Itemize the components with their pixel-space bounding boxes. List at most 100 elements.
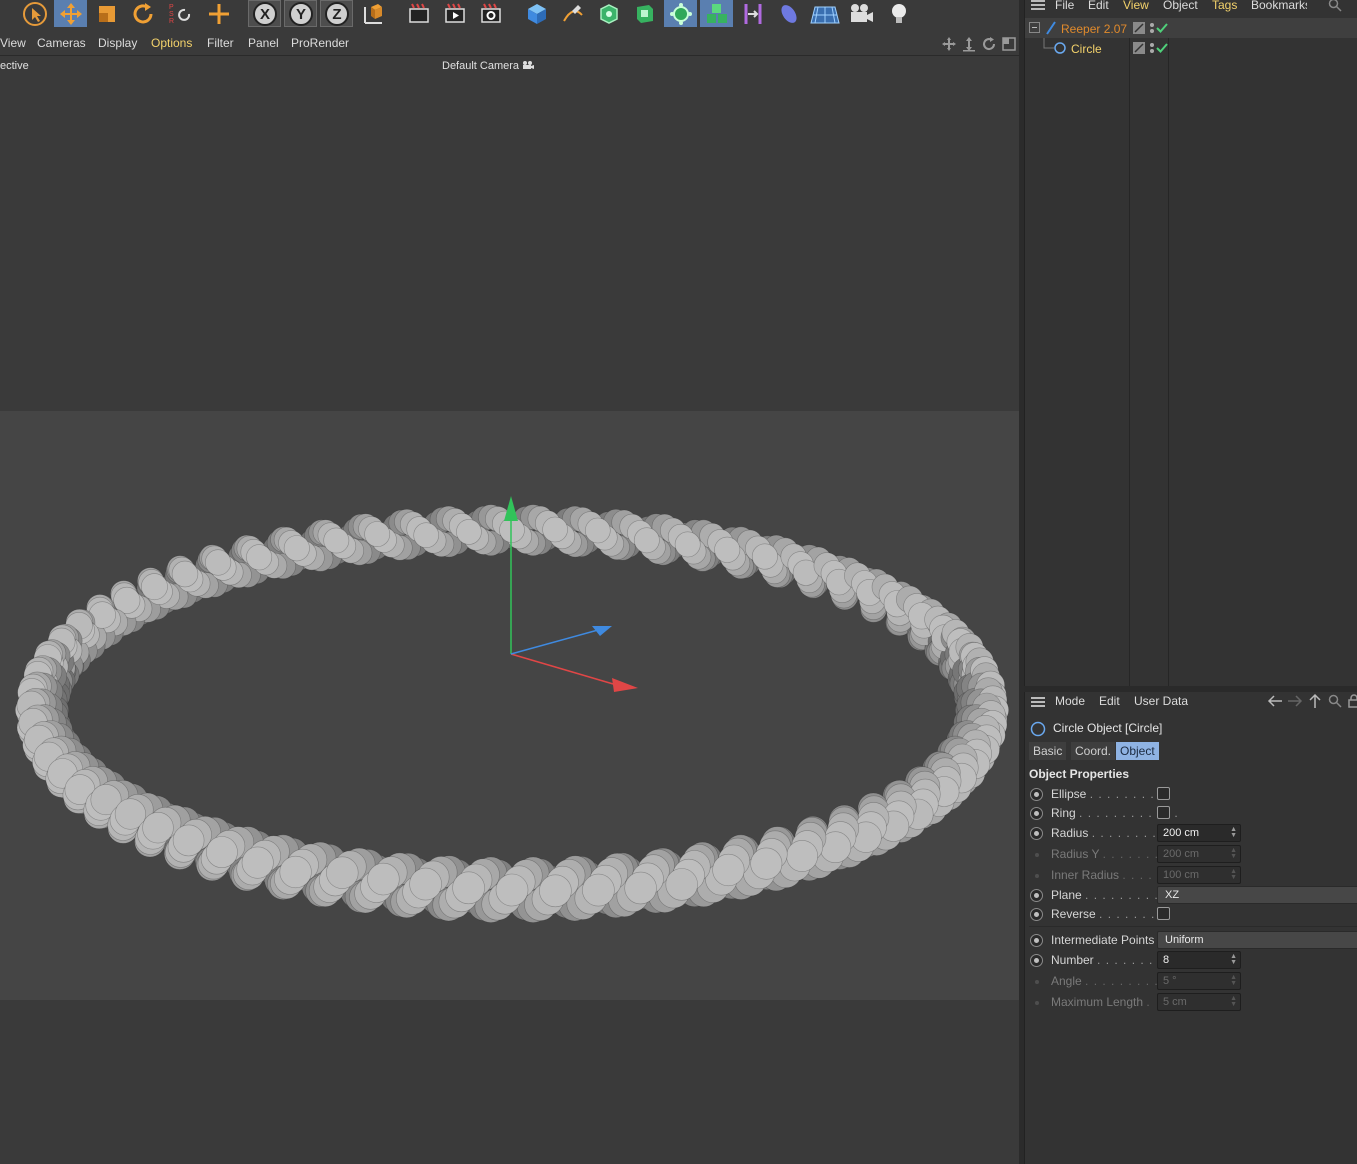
render-view-icon[interactable] [402,0,435,27]
z-axis-lock-icon[interactable]: Z [320,0,353,27]
viewport-menu-prorender[interactable]: ProRender [291,36,349,50]
ring-checkbox[interactable] [1157,806,1170,819]
viewport-menu-panel[interactable]: Panel [248,36,279,50]
search-icon[interactable] [1328,0,1342,15]
stepper-arrows-icon: ▲ ▼ [1230,847,1237,860]
selection-arrow-icon[interactable] [18,0,51,27]
angle-field: 5 ° ▲ ▼ [1157,972,1241,990]
animation-radio-icon[interactable] [1030,788,1043,801]
edit-state-icon[interactable] [1133,22,1145,37]
object-row-circle[interactable]: Circle [1025,38,1357,58]
om-menu-bookmarks[interactable]: Bookmarks [1251,0,1307,12]
maximum-length-field: 5 cm ▲ ▼ [1157,993,1241,1011]
rope-segment [584,517,611,544]
toggle-view-icon[interactable] [1001,36,1017,55]
attribute-title: Circle Object [Circle] [1053,721,1163,735]
animation-radio-icon[interactable] [1030,807,1043,820]
reverse-checkbox[interactable] [1157,907,1170,920]
edit-state-icon[interactable] [1133,42,1145,57]
viewport-menu-options[interactable]: Options [151,36,192,50]
animation-radio-icon[interactable] [1030,908,1043,921]
x-axis-handle[interactable] [612,678,638,692]
tab-basic[interactable]: Basic [1029,742,1067,760]
recent-tools-icon[interactable] [202,0,235,27]
visibility-dots-icon[interactable] [1149,41,1155,58]
viewport-menu-cameras[interactable]: Cameras [37,36,86,50]
property-radius-y: Radius Y . . . . . . . 200 cm ▲ ▼ [1025,845,1357,864]
om-menu-file[interactable]: File [1055,0,1074,12]
object-row-reeper[interactable]: Reeper 2.07 [1025,18,1357,38]
om-menu-view[interactable]: View [1123,0,1149,12]
psr-tool-icon[interactable]: PSR [162,0,198,27]
light-icon[interactable] [882,0,915,27]
animation-radio-icon[interactable] [1030,954,1043,967]
enabled-check-icon[interactable] [1156,42,1168,57]
deformer-icon[interactable] [736,0,769,27]
om-menu-tags[interactable]: Tags [1212,0,1237,12]
floor-icon[interactable] [808,0,841,27]
enabled-check-icon[interactable] [1156,22,1168,37]
rotate-view-icon[interactable] [981,36,997,55]
scale-tool-icon[interactable] [90,0,123,27]
cloner-icon[interactable] [664,0,697,27]
property-label: Angle . . . . . . . . . . [1051,974,1168,988]
plane-dropdown[interactable]: XZ [1157,886,1357,904]
viewport-menubar: View Cameras Display Options Filter Pane… [0,30,1019,56]
ellipse-checkbox[interactable] [1157,787,1170,800]
search-icon[interactable] [1328,694,1342,711]
animation-radio-icon[interactable] [1030,889,1043,902]
viewport-menu-view[interactable]: View [0,36,26,50]
extrude-icon[interactable] [628,0,661,27]
back-arrow-icon[interactable] [1267,694,1283,711]
zoom-view-icon[interactable] [961,36,977,55]
forward-arrow-icon[interactable] [1287,694,1303,711]
am-menu-user-data[interactable]: User Data [1134,694,1188,708]
3d-viewport[interactable]: ective Default Camera [0,56,1019,1164]
number-field[interactable]: 8 ▲ ▼ [1157,951,1241,969]
hamburger-menu-icon[interactable] [1031,696,1045,711]
visibility-dots-icon[interactable] [1149,21,1155,38]
tab-coord[interactable]: Coord. [1071,742,1116,760]
animation-radio-icon[interactable] [1030,827,1043,840]
object-name-circle[interactable]: Circle [1071,42,1102,56]
move-tool-icon[interactable] [54,0,87,27]
camera-icon[interactable] [844,0,877,27]
stepper-arrows-icon[interactable]: ▲ ▼ [1230,953,1237,966]
am-menu-edit[interactable]: Edit [1099,694,1120,708]
up-arrow-icon[interactable] [1308,693,1322,712]
subdivision-surface-icon[interactable] [592,0,625,27]
object-name-reeper[interactable]: Reeper 2.07 [1061,22,1127,36]
stepper-arrows-icon[interactable]: ▲ ▼ [1230,826,1237,839]
pen-tool-icon[interactable] [556,0,589,27]
intermediate-points-dropdown[interactable]: Uniform [1157,931,1357,949]
cube-icon[interactable] [520,0,553,27]
om-menu-edit[interactable]: Edit [1088,0,1109,12]
y-axis-handle[interactable] [504,496,518,521]
radius-y-field: 200 cm ▲ ▼ [1157,845,1241,863]
mograph-icon[interactable] [700,0,733,27]
tab-object[interactable]: Object [1116,742,1159,760]
y-axis-lock-icon[interactable]: Y [284,0,317,27]
om-menu-object[interactable]: Object [1163,0,1198,12]
am-menu-mode[interactable]: Mode [1055,694,1085,708]
radius-field[interactable]: 200 cm ▲ ▼ [1157,824,1241,842]
hamburger-menu-icon[interactable] [1031,0,1045,14]
coordinate-system-icon[interactable] [356,0,389,27]
viewport-menu-display[interactable]: Display [98,36,137,50]
lock-icon[interactable] [1348,694,1357,711]
viewport-menu-filter[interactable]: Filter [207,36,234,50]
rope-segment [171,560,199,588]
rope-segment [456,519,482,545]
property-label: Ellipse . . . . . . . . . [1051,787,1164,801]
move-view-icon[interactable] [941,36,957,55]
rope-segment [409,867,442,901]
rotate-tool-icon[interactable] [126,0,159,27]
animation-radio-icon[interactable] [1030,934,1043,947]
collapse-toggle-icon[interactable] [1029,22,1040,36]
rope-segment [323,527,350,554]
x-axis-lock-icon[interactable]: X [248,0,281,27]
field-icon[interactable] [772,0,805,27]
render-settings-icon[interactable] [474,0,507,27]
render-picture-viewer-icon[interactable] [438,0,471,27]
rope-segment [714,536,741,563]
